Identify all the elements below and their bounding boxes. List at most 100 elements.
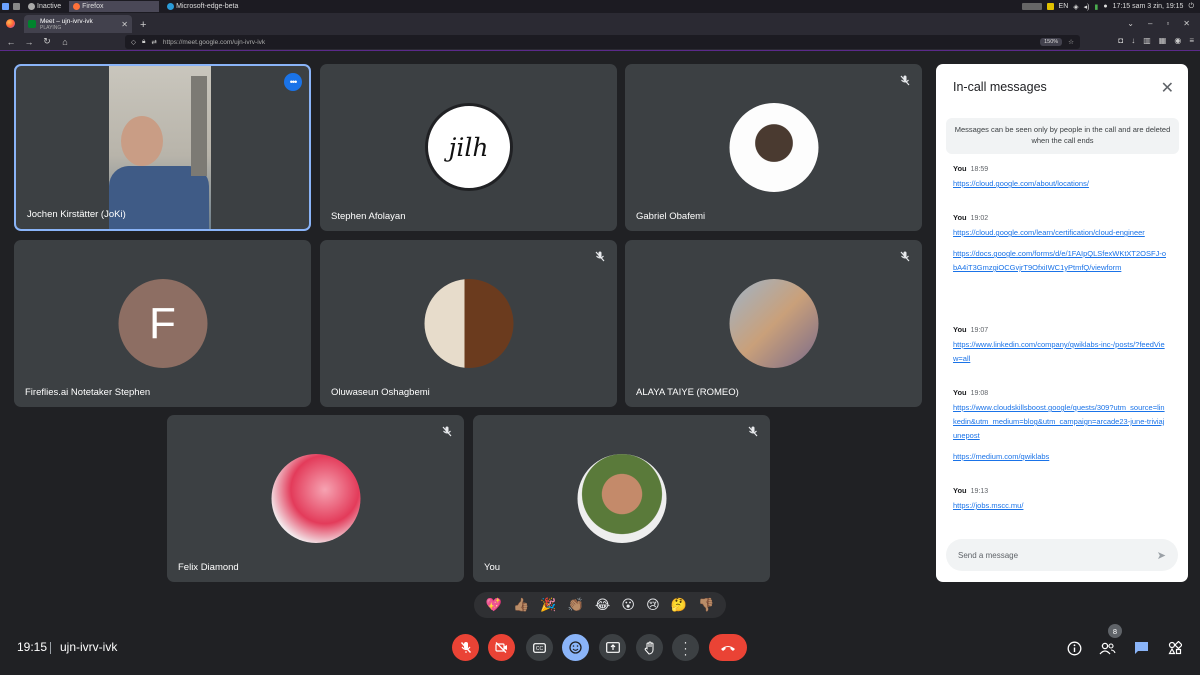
message-time: 19:08 bbox=[970, 390, 989, 397]
battery-icon[interactable]: ▮ bbox=[1095, 3, 1099, 11]
message-link[interactable]: https://cloud.google.com/about/locations… bbox=[953, 177, 1168, 191]
participant-name: Stephen Afolayan bbox=[331, 211, 406, 222]
tray-app-icon[interactable] bbox=[1046, 3, 1054, 10]
mic-off-icon bbox=[440, 424, 454, 438]
permissions-icon[interactable]: ⇄ bbox=[151, 38, 156, 46]
new-tab-button[interactable]: + bbox=[140, 19, 146, 31]
activities-button[interactable] bbox=[1165, 638, 1185, 658]
close-tab-icon[interactable]: ✕ bbox=[121, 20, 128, 29]
message-link[interactable]: https://cloud.google.com/learn/certifica… bbox=[953, 226, 1168, 240]
system-clock[interactable]: 17:15 sam 3 zin, 19:15 bbox=[1113, 3, 1184, 10]
captions-button[interactable]: CC bbox=[526, 634, 553, 661]
list-tabs-icon[interactable]: ⌄ bbox=[1127, 19, 1134, 28]
toggle-mic-button[interactable] bbox=[452, 634, 479, 661]
chat-icon bbox=[1134, 642, 1148, 654]
lock-icon[interactable]: 🔒︎ bbox=[142, 38, 145, 46]
extensions-icon[interactable]: ▦ bbox=[1159, 36, 1167, 45]
browser-tab-meet[interactable]: Meet – ujn-ivrv-ivk PLAYING ✕ bbox=[24, 15, 132, 33]
inactive-icon bbox=[28, 3, 35, 10]
minimize-window-icon[interactable]: – bbox=[1148, 19, 1152, 28]
present-screen-button[interactable] bbox=[599, 634, 626, 661]
close-window-icon[interactable]: ✕ bbox=[1183, 19, 1190, 28]
account-icon[interactable]: ◉ bbox=[1174, 36, 1181, 45]
camera-off-icon bbox=[495, 642, 507, 653]
app-menu-icon[interactable] bbox=[2, 3, 9, 10]
participant-tile[interactable]: You bbox=[473, 415, 770, 582]
network-icon[interactable]: ◈ bbox=[1073, 3, 1078, 11]
participant-tile[interactable]: F Fireflies.ai Notetaker Stephen bbox=[14, 240, 311, 407]
firefox-menu-icon[interactable] bbox=[0, 13, 20, 33]
toggle-camera-button[interactable] bbox=[488, 634, 515, 661]
participant-video bbox=[109, 66, 211, 229]
back-icon[interactable]: ← bbox=[2, 37, 20, 47]
pocket-icon[interactable]: ◘ bbox=[1118, 36, 1123, 45]
reaction-party-popper[interactable]: 🎉 bbox=[540, 597, 556, 613]
meeting-details-button[interactable] bbox=[1064, 638, 1084, 658]
message-link[interactable]: https://jobs.mscc.mu/ bbox=[953, 499, 1168, 513]
message-link[interactable]: https://www.linkedin.com/company/qwiklab… bbox=[953, 338, 1168, 366]
reaction-crying[interactable]: 😢 bbox=[646, 597, 660, 613]
forward-icon[interactable]: → bbox=[20, 37, 38, 47]
taskbar-item-edge[interactable]: Microsoft-edge-beta bbox=[163, 1, 242, 12]
power-icon[interactable]: ⏻ bbox=[1188, 3, 1194, 11]
url-bar[interactable]: ◇ 🔒︎ ⇄ https://meet.google.com/ujn-ivrv-… bbox=[125, 35, 1080, 49]
reaction-thumbs-up[interactable]: 👍🏽 bbox=[513, 597, 529, 613]
reload-icon[interactable]: ↻ bbox=[38, 36, 56, 47]
message-sender: You bbox=[953, 164, 967, 173]
shield-icon[interactable]: ◇ bbox=[131, 38, 136, 46]
send-message-input[interactable]: Send a message bbox=[958, 551, 1018, 560]
reaction-sparkling-heart[interactable]: 💖 bbox=[486, 597, 502, 613]
keyboard-layout[interactable]: EN bbox=[1059, 3, 1069, 10]
participant-avatar bbox=[729, 279, 818, 368]
taskbar-item-firefox[interactable]: Firefox bbox=[69, 1, 160, 12]
close-panel-icon[interactable]: ✕ bbox=[1161, 78, 1174, 98]
message-link[interactable]: https://medium.com/qwiklabs bbox=[953, 450, 1168, 464]
participant-tile[interactable]: ••• Jochen Kirstätter (JoKi) bbox=[14, 64, 311, 231]
workspace-icon[interactable] bbox=[13, 3, 20, 10]
message-time: 19:07 bbox=[970, 327, 989, 334]
leave-call-button[interactable] bbox=[709, 634, 747, 661]
participant-tile[interactable]: Gabriel Obafemi bbox=[625, 64, 922, 231]
show-everyone-button[interactable] bbox=[1097, 638, 1117, 658]
more-options-icon[interactable]: ••• bbox=[284, 73, 302, 91]
window-thumbnail[interactable] bbox=[1021, 3, 1042, 10]
maximize-window-icon[interactable]: ▫ bbox=[1166, 19, 1169, 28]
reaction-thinking[interactable]: 🤔 bbox=[671, 597, 687, 613]
participant-tile[interactable]: Oluwaseun Oshagbemi bbox=[320, 240, 617, 407]
participant-tile[interactable]: jilh Stephen Afolayan bbox=[320, 64, 617, 231]
send-reaction-button[interactable] bbox=[562, 634, 589, 661]
url-text[interactable]: https://meet.google.com/ujn-ivrv-ivk bbox=[163, 39, 265, 46]
send-icon[interactable]: ➤ bbox=[1157, 549, 1166, 562]
raise-hand-button[interactable] bbox=[636, 634, 663, 661]
chat-button[interactable] bbox=[1131, 638, 1151, 658]
hamburger-menu-icon[interactable]: ≡ bbox=[1189, 36, 1194, 45]
notification-icon[interactable]: ● bbox=[1103, 3, 1107, 10]
zoom-level[interactable]: 150% bbox=[1040, 38, 1063, 46]
mic-off-icon bbox=[593, 249, 607, 263]
more-options-button[interactable]: · · · bbox=[672, 634, 699, 661]
taskbar-item-label: Firefox bbox=[82, 3, 104, 10]
message-link[interactable]: https://docs.google.com/forms/d/e/1FAIpQ… bbox=[953, 247, 1168, 275]
message-sender: You bbox=[953, 325, 967, 334]
reaction-surprised[interactable]: 😮 bbox=[621, 597, 635, 613]
taskbar-item-label: Microsoft-edge-beta bbox=[176, 3, 239, 10]
reaction-joy[interactable]: 😂 bbox=[595, 597, 610, 613]
volume-icon[interactable]: ◂) bbox=[1084, 3, 1090, 11]
participant-avatar bbox=[729, 103, 818, 192]
library-icon[interactable]: ▥ bbox=[1143, 36, 1151, 45]
in-call-messages-panel: In-call messages ✕ Messages can be seen … bbox=[936, 64, 1188, 582]
message-compose[interactable]: Send a message ➤ bbox=[946, 539, 1178, 571]
hand-icon bbox=[644, 641, 653, 655]
reaction-clapping[interactable]: 👏🏽 bbox=[568, 597, 584, 613]
hang-up-icon bbox=[721, 645, 735, 651]
message-link[interactable]: https://www.cloudskillsboost.google/ques… bbox=[953, 401, 1168, 443]
home-icon[interactable]: ⌂ bbox=[56, 37, 74, 47]
participant-tile[interactable]: Felix Diamond bbox=[167, 415, 464, 582]
downloads-icon[interactable]: ↓ bbox=[1131, 36, 1135, 45]
reaction-thumbs-down[interactable]: 👎🏽 bbox=[698, 597, 714, 613]
participant-tile[interactable]: ALAYA TAIYE (ROMEO) bbox=[625, 240, 922, 407]
chat-notice: Messages can be seen only by people in t… bbox=[946, 118, 1179, 154]
participant-avatar bbox=[577, 454, 666, 543]
bookmark-star-icon[interactable]: ☆ bbox=[1068, 38, 1074, 46]
taskbar-item-inactive[interactable]: Inactive bbox=[24, 1, 65, 12]
